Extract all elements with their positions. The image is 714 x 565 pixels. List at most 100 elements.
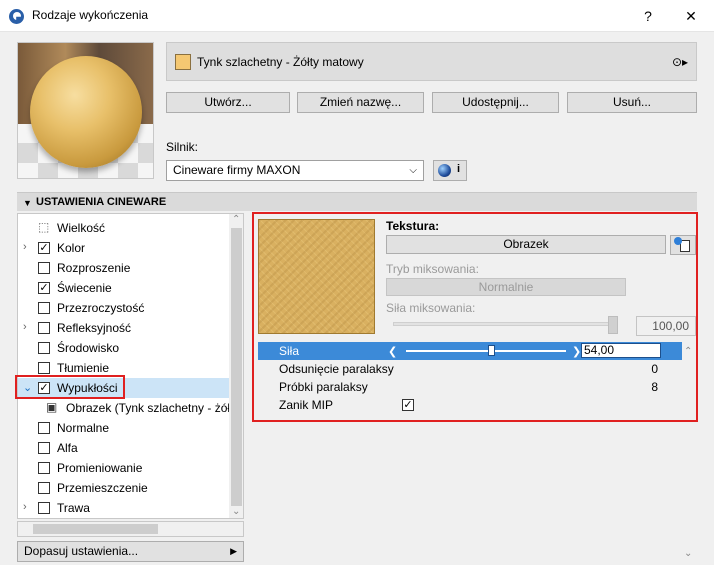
engine-select[interactable]: Cineware firmy MAXON ⌵ [166,160,424,181]
param-value[interactable]: 8 [651,380,658,394]
material-preview [17,42,154,179]
checkbox[interactable] [38,302,50,314]
engine-value: Cineware firmy MAXON [173,163,301,177]
surface-selector[interactable]: Tynk szlachetny - Żółty matowy ⊙▸ [166,42,697,81]
param-row-parallax-samples[interactable]: Próbki paralaksy 8 [258,378,682,396]
blend-strength-thumb[interactable] [608,316,618,334]
play-arrow-icon: ▶ [230,546,237,556]
texture-load-button[interactable] [670,235,696,255]
rename-button[interactable]: Zmień nazwę... [297,92,424,113]
create-button[interactable]: Utwórz... [166,92,290,113]
scroll-up-icon[interactable]: ⌃ [684,346,692,357]
strength-slider[interactable] [406,350,566,352]
engine-info-button[interactable]: i [433,160,467,181]
param-label: Siła [279,344,300,358]
scroll-up-icon[interactable]: ⌃ [232,214,240,225]
tree-item-grass[interactable]: › Trawa [18,498,230,518]
checkbox[interactable]: ✓ [38,242,50,254]
texture-label: Tekstura: [386,219,440,233]
image-icon: ▣ [46,400,58,414]
tree-item-label: Przezroczystość [57,301,145,315]
title-bar: Rodzaje wykończenia ? ✕ [0,0,714,32]
share-button[interactable]: Udostępnij... [432,92,559,113]
section-title: USTAWIENIA CINEWARE [36,196,167,208]
channel-tree[interactable]: ⬚ Wielkość › ✓ Kolor Rozproszenie ✓ Świe… [17,213,244,519]
fit-settings-button[interactable]: Dopasuj ustawienia... ▶ [17,541,244,562]
decrease-icon[interactable]: ❮ [388,345,397,358]
tree-item-diffusion[interactable]: Rozproszenie [18,258,230,278]
param-row-strength[interactable]: Siła ❮ ❯ 54,00 [258,342,682,360]
tree-item-label: Alfa [57,441,78,455]
scroll-down-icon[interactable]: ⌄ [684,548,692,559]
increase-icon[interactable]: ❯ [572,345,581,358]
tree-item-reflectance[interactable]: › Refleksyjność [18,318,230,338]
tree-item-label: Środowisko [57,341,120,355]
tree-item-luminance[interactable]: ✓ Świecenie [18,278,230,298]
tree-item-label: Kolor [57,241,86,255]
surface-name: Tynk szlachetny - Żółty matowy [197,55,364,69]
help-button[interactable]: ? [633,5,663,27]
chevron-right-icon[interactable]: › [23,241,27,253]
chevron-right-icon[interactable]: › [23,501,27,513]
strength-input[interactable]: 54,00 [581,343,661,358]
tree-item-alpha[interactable]: Alfa [18,438,230,458]
window-title: Rodzaje wykończenia [32,8,149,22]
parameter-table: Siła ❮ ❯ 54,00 Odsunięcie paralaksy 0 Pr… [258,342,682,418]
checkbox[interactable] [38,262,50,274]
chevron-down-icon: ⌵ [409,165,417,176]
tree-scroll-thumb[interactable] [231,228,242,506]
blend-strength-value[interactable]: 100,00 [636,316,696,336]
engine-label: Silnik: [166,140,199,154]
preview-sphere [30,56,142,168]
tree-item-label: Przemieszczenie [57,481,148,495]
tree-item-transparency[interactable]: Przezroczystość [18,298,230,318]
size-icon: ⬚ [38,220,50,234]
checkbox[interactable] [38,342,50,354]
tree-item-label: Rozproszenie [57,261,131,275]
tree-item-color[interactable]: › ✓ Kolor [18,238,230,258]
tree-item-label: Trawa [57,501,90,515]
collapse-triangle-icon: ▼ [23,198,32,208]
tree-item-label: Normalne [57,421,110,435]
checkbox[interactable] [38,482,50,494]
cinema-engine-icon [438,164,451,177]
tree-item-size[interactable]: ⬚ Wielkość [18,218,230,238]
tree-item-label: Świecenie [57,281,112,295]
refresh-icon [674,237,682,245]
param-row-mip-falloff[interactable]: Zanik MIP ✓ [258,396,682,414]
blend-strength-label: Siła miksowania: [386,301,476,315]
blend-mode-select[interactable]: Normalnie [386,278,626,296]
texture-image-button[interactable]: Obrazek [386,235,666,254]
close-button[interactable]: ✕ [676,5,706,27]
param-value[interactable]: 0 [651,362,658,376]
checkbox[interactable] [38,322,50,334]
blend-strength-slider[interactable] [393,322,613,326]
surface-menu-icon[interactable]: ⊙▸ [672,54,688,70]
app-logo-icon [9,9,24,24]
highlight-bump [15,375,125,399]
param-row-parallax-offset[interactable]: Odsunięcie paralaksy 0 [258,360,682,378]
checkbox[interactable] [38,442,50,454]
fit-settings-label: Dopasuj ustawienia... [24,544,139,558]
section-header-cineware[interactable]: ▼ USTAWIENIA CINEWARE [17,192,697,211]
chevron-right-icon[interactable]: › [23,321,27,333]
mip-checkbox[interactable]: ✓ [402,399,414,411]
checkbox[interactable] [38,502,50,514]
tree-item-environment[interactable]: Środowisko [18,338,230,358]
param-label: Odsunięcie paralaksy [279,362,394,376]
scroll-down-icon[interactable]: ⌄ [232,506,240,517]
tree-hscroll-thumb[interactable] [33,524,158,534]
tree-item-label: Refleksyjność [57,321,132,335]
tree-item-glow[interactable]: Promieniowanie [18,458,230,478]
tree-item-normal[interactable]: Normalne [18,418,230,438]
delete-button[interactable]: Usuń... [567,92,697,113]
strength-slider-thumb[interactable] [488,345,496,356]
tree-item-bump-image[interactable]: ▣ Obrazek (Tynk szlachetny - żółty [18,398,243,418]
checkbox[interactable] [38,462,50,474]
checkbox[interactable] [38,362,50,374]
checkbox[interactable]: ✓ [38,282,50,294]
texture-preview [258,219,375,334]
checkbox[interactable] [38,422,50,434]
tree-item-displacement[interactable]: Przemieszczenie [18,478,230,498]
tree-item-label: Promieniowanie [57,461,143,475]
